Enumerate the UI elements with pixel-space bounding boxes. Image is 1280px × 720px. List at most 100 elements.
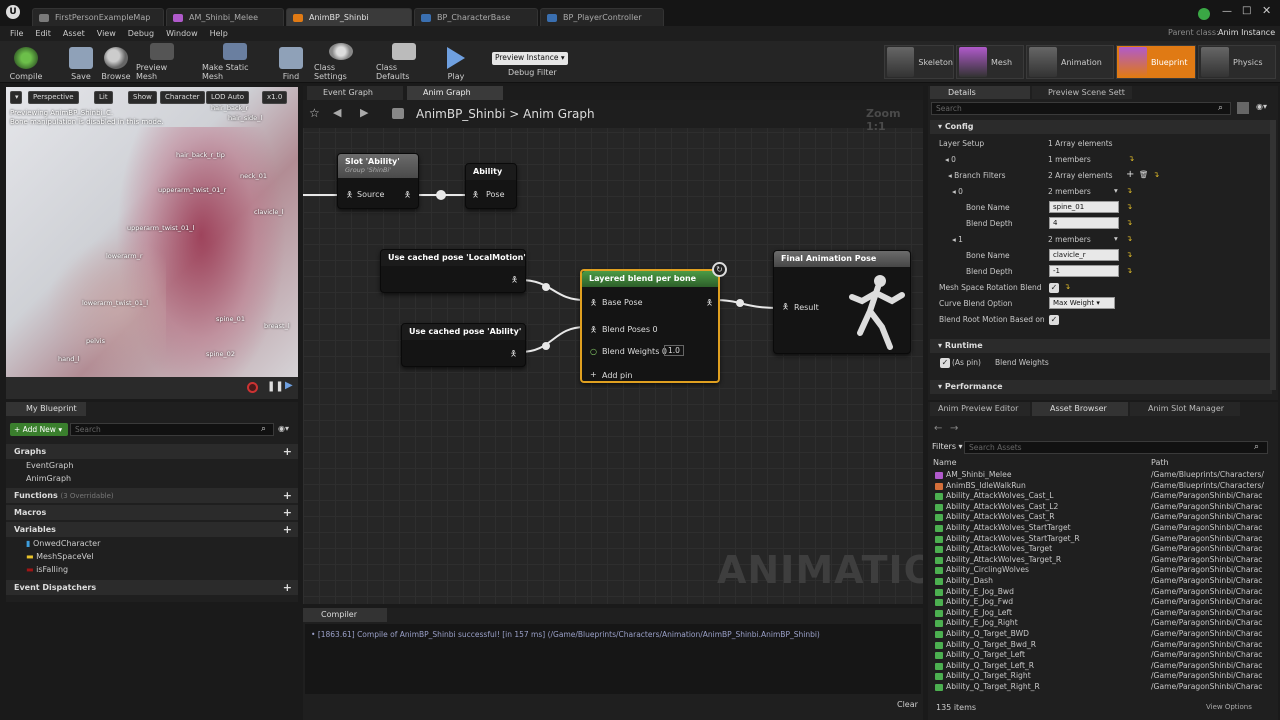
variable-item[interactable]: ▬ isFalling [26, 565, 68, 574]
preview-instance-select[interactable]: Preview Instance ▾ [492, 52, 568, 65]
float-pin-icon[interactable]: ○ [590, 347, 597, 356]
close-button[interactable]: ✕ [1262, 4, 1271, 17]
graph-item-animgraph[interactable]: AnimGraph [26, 474, 71, 483]
layered-blend-node[interactable]: Layered blend per bone 🯅 Base Pose 🯅 🯅 B… [580, 269, 720, 383]
slot-node[interactable]: Slot 'Ability' Group 'ShinBi' 🯅 Source 🯅 [337, 153, 419, 209]
ability-node[interactable]: Ability 🯅 Pose [465, 163, 517, 209]
mode-animation[interactable]: Animation [1026, 45, 1114, 79]
doc-tab-playercontroller[interactable]: BP_PlayerController [540, 8, 664, 26]
add-function-button[interactable]: + [283, 488, 292, 503]
add-graph-button[interactable]: + [283, 444, 292, 459]
filters-button[interactable]: Filters ▾ [932, 442, 963, 451]
column-header-name[interactable]: Name [933, 458, 957, 467]
pose-pin-icon[interactable]: 🯅 [510, 348, 517, 362]
blend-depth-input[interactable]: -1 [1049, 265, 1119, 277]
pose-pin-icon[interactable]: 🯅 [706, 297, 713, 311]
play-button[interactable]: Play [444, 43, 468, 81]
macros-section[interactable]: Macros + [6, 505, 298, 520]
tab-anim-preview-editor[interactable]: Anim Preview Editor [930, 402, 1030, 416]
asset-row[interactable]: Ability_AttackWolves_Target/Game/Paragon… [932, 544, 1272, 555]
cached-pose-localmotion-node[interactable]: Use cached pose 'LocalMotion' 🯅 [380, 249, 526, 293]
blend-weights-value[interactable]: 1.0 [664, 345, 684, 356]
lit-button[interactable]: Lit [94, 91, 113, 104]
pose-pin-icon[interactable]: 🯅 [472, 189, 479, 203]
play-forward-button[interactable]: ▶ [285, 380, 293, 391]
asset-row[interactable]: Ability_E_Jog_Left/Game/ParagonShinbi/Ch… [932, 608, 1272, 619]
bone-name-input[interactable]: clavicle_r [1049, 249, 1119, 261]
menu-window[interactable]: Window [166, 29, 198, 38]
mode-physics[interactable]: Physics [1198, 45, 1276, 79]
doc-tab-map[interactable]: FirstPersonExampleMap [32, 8, 164, 26]
variable-item[interactable]: ▬ MeshSpaceVel [26, 552, 94, 561]
class-settings-button[interactable]: Class Settings [314, 43, 368, 81]
asset-row[interactable]: Ability_Q_Target_Right_R/Game/ParagonShi… [932, 682, 1272, 693]
refresh-icon[interactable]: ↻ [712, 262, 727, 277]
tab-preview-scene-settings[interactable]: Preview Scene Sett [1032, 86, 1132, 99]
show-button[interactable]: Show [128, 91, 157, 104]
add-pin-button[interactable]: Add pin [602, 371, 632, 380]
unreal-logo-icon[interactable]: U [6, 5, 20, 19]
pose-pin-icon[interactable]: 🯅 [782, 301, 789, 315]
breadcrumb-root[interactable]: AnimBP_Shinbi [416, 107, 505, 121]
compile-button[interactable]: Compile [8, 43, 44, 81]
make-static-mesh-button[interactable]: Make Static Mesh [202, 43, 268, 81]
graphs-section[interactable]: Graphs + [6, 444, 298, 459]
asset-search-input[interactable]: Search Assets [964, 441, 1268, 454]
graph-item-eventgraph[interactable]: EventGraph [26, 461, 73, 470]
config-section[interactable]: ▾ Config [930, 120, 1272, 134]
mode-skeleton[interactable]: Skeleton [884, 45, 954, 79]
record-button[interactable] [247, 382, 258, 393]
visibility-icon[interactable]: ◉▾ [1256, 102, 1267, 111]
doc-tab-characterbase[interactable]: BP_CharacterBase [414, 8, 538, 26]
viewport-menu-icon[interactable]: ▾ [10, 91, 22, 104]
add-macro-button[interactable]: + [283, 505, 292, 520]
insert-icon[interactable]: ↴ [1128, 154, 1134, 163]
asset-row[interactable]: Ability_AttackWolves_Target_R/Game/Parag… [932, 555, 1272, 566]
details-search-input[interactable]: Search [931, 102, 1231, 115]
back-arrow-icon[interactable]: ← [934, 423, 942, 434]
blend-root-motion-checkbox[interactable]: ✓ [1049, 315, 1059, 325]
doc-tab-animbp[interactable]: AnimBP_Shinbi [286, 8, 412, 26]
perspective-button[interactable]: Perspective [28, 91, 79, 104]
back-arrow-icon[interactable]: ◀ [333, 106, 341, 119]
forward-arrow-icon[interactable]: ▶ [360, 106, 368, 119]
asset-row[interactable]: Ability_E_Jog_Bwd/Game/ParagonShinbi/Cha… [932, 587, 1272, 598]
add-dispatcher-button[interactable]: + [283, 580, 292, 595]
playback-speed-button[interactable]: x1.0 [262, 91, 288, 104]
chevron-down-icon[interactable]: ▾ [1114, 234, 1118, 243]
insert-icon[interactable]: ↴ [1126, 234, 1132, 243]
asset-row[interactable]: AnimBS_IdleWalkRun/Game/Blueprints/Chara… [932, 481, 1272, 492]
asset-row[interactable]: Ability_AttackWolves_StartTarget_R/Game/… [932, 534, 1272, 545]
clear-button[interactable]: Clear [897, 700, 918, 709]
pose-pin-icon[interactable]: 🯅 [511, 274, 518, 288]
trash-icon[interactable]: 🗑 [1139, 170, 1149, 179]
add-new-button[interactable]: + Add New ▾ [10, 423, 68, 436]
source-control-icon[interactable] [1198, 8, 1210, 20]
menu-file[interactable]: File [10, 29, 23, 38]
pose-pin-icon[interactable]: 🯅 [590, 297, 597, 311]
visibility-icon[interactable]: ◉▾ [278, 424, 289, 433]
asset-row[interactable]: Ability_AttackWolves_Cast_R/Game/Paragon… [932, 512, 1272, 523]
asset-row[interactable]: Ability_E_Jog_Right/Game/ParagonShinbi/C… [932, 618, 1272, 629]
asset-row[interactable]: Ability_Q_Target_Left_R/Game/ParagonShin… [932, 661, 1272, 672]
asset-row[interactable]: Ability_Q_Target_BWD/Game/ParagonShinbi/… [932, 629, 1272, 640]
view-options-button[interactable]: View Options [1206, 703, 1252, 711]
menu-debug[interactable]: Debug [128, 29, 154, 38]
runtime-section[interactable]: ▾ Runtime [930, 339, 1272, 353]
pose-pin-icon[interactable]: 🯅 [404, 189, 411, 203]
asset-row[interactable]: Ability_AttackWolves_Cast_L2/Game/Parago… [932, 502, 1272, 513]
as-pin-checkbox[interactable]: ✓ [940, 358, 950, 368]
save-button[interactable]: Save [68, 43, 94, 81]
variable-item[interactable]: ▮ OnwedCharacter [26, 539, 100, 548]
final-animation-pose-node[interactable]: Final Animation Pose 🯅 Result [773, 250, 911, 354]
browse-button[interactable]: Browse [100, 43, 132, 81]
reset-icon[interactable]: ↴ [1064, 282, 1070, 291]
add-variable-button[interactable]: + [283, 522, 292, 537]
menu-view[interactable]: View [97, 29, 116, 38]
character-button[interactable]: Character [160, 91, 205, 104]
add-pin-icon[interactable]: + [590, 370, 597, 379]
maximize-button[interactable]: □ [1242, 5, 1251, 16]
asset-row[interactable]: Ability_Dash/Game/ParagonShinbi/Charac [932, 576, 1272, 587]
mode-mesh[interactable]: Mesh [956, 45, 1024, 79]
forward-arrow-icon[interactable]: → [950, 423, 958, 434]
